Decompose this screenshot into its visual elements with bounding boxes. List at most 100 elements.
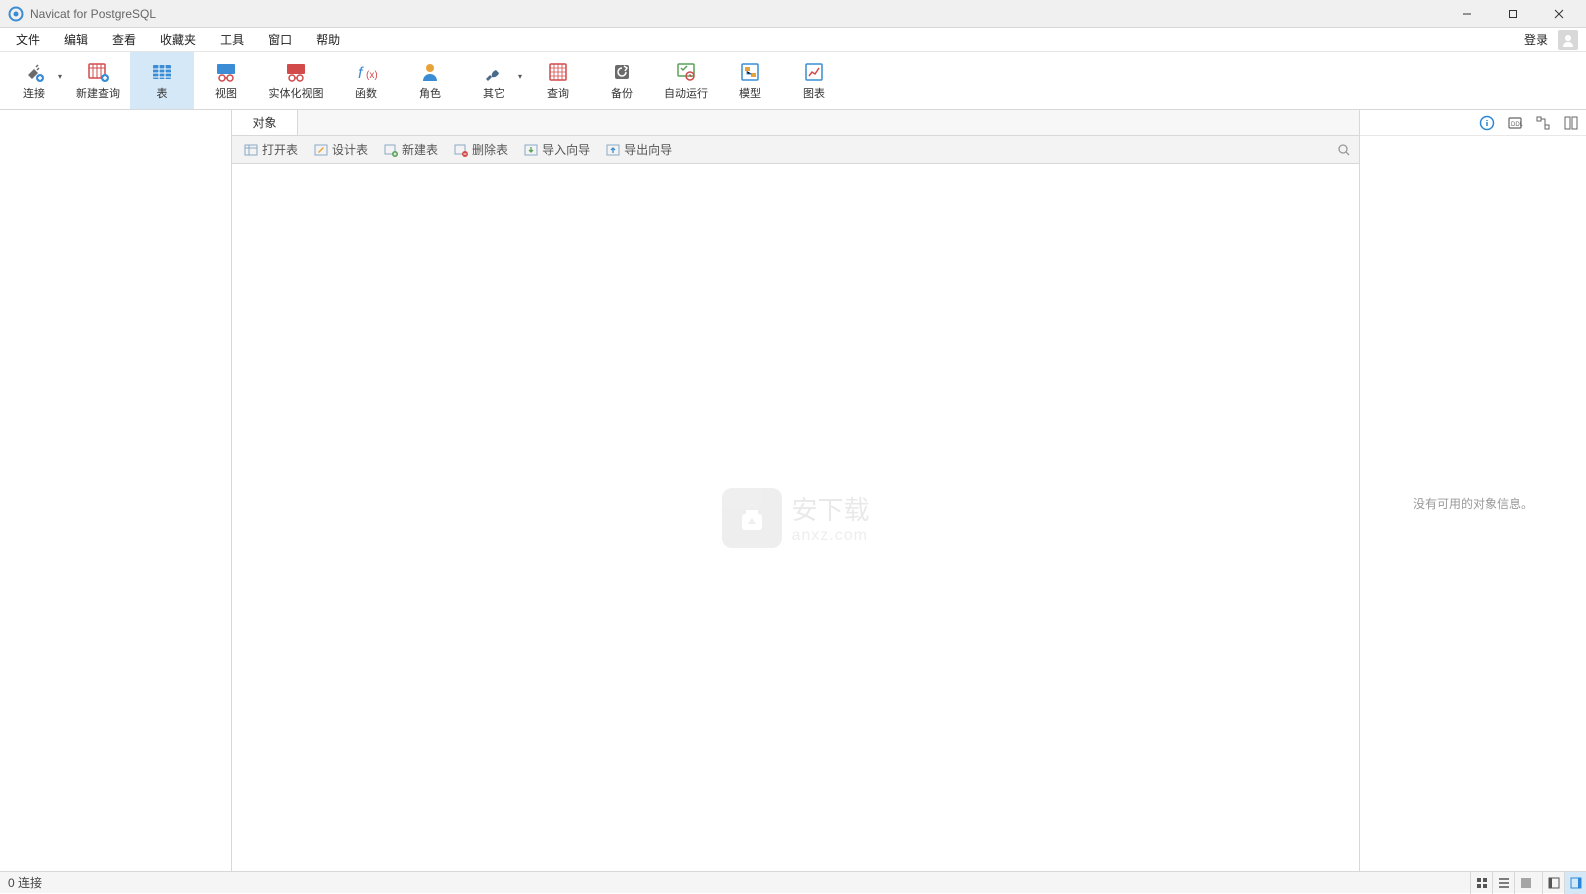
automation-icon <box>673 61 699 83</box>
svg-text:DDL: DDL <box>1511 122 1523 128</box>
tb-function[interactable]: f(x) 函数 <box>334 52 398 109</box>
open-table-icon <box>244 143 258 157</box>
user-icon <box>417 61 443 83</box>
export-icon <box>606 143 620 157</box>
tb-label: 连接 <box>23 85 45 101</box>
view-detail-button[interactable] <box>1514 872 1536 894</box>
tb-label: 图表 <box>803 85 825 101</box>
btn-open-table[interactable]: 打开表 <box>238 139 304 161</box>
center-pane: 对象 打开表 设计表 新建表 删除表 导入向导 导出向导 安下载 anxz.co… <box>232 110 1360 871</box>
close-button[interactable] <box>1536 0 1582 28</box>
tb-label: 表 <box>157 85 168 101</box>
btn-design-table[interactable]: 设计表 <box>308 139 374 161</box>
window-title: Navicat for PostgreSQL <box>30 7 1444 21</box>
tb-query[interactable]: 查询 <box>526 52 590 109</box>
menu-tools[interactable]: 工具 <box>208 28 256 52</box>
menu-edit[interactable]: 编辑 <box>52 28 100 52</box>
tb-automation[interactable]: 自动运行 <box>654 52 718 109</box>
view-grid-button[interactable] <box>1470 872 1492 894</box>
info-body: 没有可用的对象信息。 <box>1360 136 1586 871</box>
chevron-down-icon: ▾ <box>518 72 522 81</box>
maximize-button[interactable] <box>1490 0 1536 28</box>
btn-new-table[interactable]: 新建表 <box>378 139 444 161</box>
view-icon <box>213 61 239 83</box>
info-empty-text: 没有可用的对象信息。 <box>1413 495 1533 512</box>
status-bar: 0 连接 <box>0 871 1586 893</box>
watermark-line1: 安下载 <box>791 490 869 527</box>
info-tab-general[interactable] <box>1478 114 1496 132</box>
status-connection-count: 0 连接 <box>0 874 50 891</box>
tb-table[interactable]: 表 <box>130 52 194 109</box>
info-tabs: DDL <box>1360 110 1586 136</box>
menu-file[interactable]: 文件 <box>4 28 52 52</box>
tb-label: 查询 <box>547 85 569 101</box>
function-icon: f(x) <box>353 61 379 83</box>
btn-import-wizard[interactable]: 导入向导 <box>518 139 596 161</box>
query-icon <box>545 61 571 83</box>
tb-label: 备份 <box>611 85 633 101</box>
menu-help[interactable]: 帮助 <box>304 28 352 52</box>
object-tabstrip: 对象 <box>232 110 1359 136</box>
tab-empty-area <box>298 110 1359 135</box>
design-table-icon <box>314 143 328 157</box>
new-table-icon <box>384 143 398 157</box>
object-toolbar: 打开表 设计表 新建表 删除表 导入向导 导出向导 <box>232 136 1359 164</box>
materialized-view-icon <box>283 61 309 83</box>
tb-role[interactable]: 角色 <box>398 52 462 109</box>
tb-chart[interactable]: 图表 <box>782 52 846 109</box>
info-pane: DDL 没有可用的对象信息。 <box>1360 110 1586 871</box>
login-link[interactable]: 登录 <box>1518 31 1554 48</box>
connection-tree[interactable] <box>0 110 232 871</box>
watermark: 安下载 anxz.com <box>721 488 869 548</box>
menu-bar: 文件 编辑 查看 收藏夹 工具 窗口 帮助 登录 <box>0 28 1586 52</box>
tb-view[interactable]: 视图 <box>194 52 258 109</box>
info-tab-ddl[interactable]: DDL <box>1506 114 1524 132</box>
tb-model[interactable]: 模型 <box>718 52 782 109</box>
tb-other[interactable]: 其它 ▾ <box>462 52 526 109</box>
tb-label: 模型 <box>739 85 761 101</box>
tb-label: 视图 <box>215 85 237 101</box>
plug-icon <box>21 61 47 83</box>
wrench-icon <box>481 61 507 83</box>
table-icon <box>149 61 175 83</box>
tb-new-query[interactable]: 新建查询 <box>66 52 130 109</box>
tb-label: 其它 <box>483 85 505 101</box>
app-icon <box>8 6 24 22</box>
minimize-button[interactable] <box>1444 0 1490 28</box>
tb-label: 角色 <box>419 85 441 101</box>
tb-label: 自动运行 <box>664 85 708 101</box>
tb-label: 实体化视图 <box>269 85 324 101</box>
tb-materialized-view[interactable]: 实体化视图 <box>258 52 334 109</box>
search-button[interactable] <box>1335 141 1353 159</box>
watermark-line2: anxz.com <box>791 527 869 545</box>
menu-window[interactable]: 窗口 <box>256 28 304 52</box>
info-tab-relations[interactable] <box>1534 114 1552 132</box>
view-list-button[interactable] <box>1492 872 1514 894</box>
delete-table-icon <box>454 143 468 157</box>
svg-text:(x): (x) <box>366 70 378 81</box>
import-icon <box>524 143 538 157</box>
menu-favorites[interactable]: 收藏夹 <box>148 28 208 52</box>
info-tab-preview[interactable] <box>1562 114 1580 132</box>
title-bar: Navicat for PostgreSQL <box>0 0 1586 28</box>
btn-export-wizard[interactable]: 导出向导 <box>600 139 678 161</box>
user-avatar[interactable] <box>1558 30 1578 50</box>
chart-icon <box>801 61 827 83</box>
tab-objects[interactable]: 对象 <box>232 110 298 135</box>
object-list-area[interactable]: 安下载 anxz.com <box>232 164 1359 871</box>
tb-label: 新建查询 <box>76 85 120 101</box>
body: 对象 打开表 设计表 新建表 删除表 导入向导 导出向导 安下载 anxz.co… <box>0 110 1586 871</box>
toggle-left-pane-button[interactable] <box>1542 872 1564 894</box>
new-query-icon <box>85 61 111 83</box>
watermark-icon <box>721 488 781 548</box>
chevron-down-icon: ▾ <box>58 72 62 81</box>
menu-view[interactable]: 查看 <box>100 28 148 52</box>
tb-label: 函数 <box>355 85 377 101</box>
backup-icon <box>609 61 635 83</box>
model-icon <box>737 61 763 83</box>
toggle-right-pane-button[interactable] <box>1564 872 1586 894</box>
btn-delete-table[interactable]: 删除表 <box>448 139 514 161</box>
tb-backup[interactable]: 备份 <box>590 52 654 109</box>
main-toolbar: 连接 ▾ 新建查询 表 视图 实体化视图 f(x) 函数 角色 其它 ▾ 查询 … <box>0 52 1586 110</box>
tb-connect[interactable]: 连接 ▾ <box>2 52 66 109</box>
